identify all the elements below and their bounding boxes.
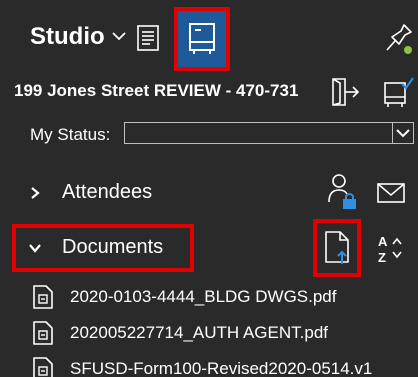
chevron-down-icon[interactable] bbox=[392, 123, 413, 143]
svg-text:Z: Z bbox=[378, 250, 386, 265]
chevron-down-icon[interactable] bbox=[28, 241, 42, 255]
file-row[interactable]: 202005227714_AUTH AGENT.pdf bbox=[0, 319, 418, 353]
upload-document-icon bbox=[324, 230, 350, 266]
session-tray-button[interactable] bbox=[174, 7, 230, 71]
pdf-file-icon bbox=[32, 284, 54, 310]
pdf-file-icon bbox=[32, 356, 54, 377]
svg-text:A: A bbox=[378, 234, 388, 249]
sync-icon[interactable] bbox=[382, 75, 416, 109]
mail-icon[interactable] bbox=[376, 180, 406, 206]
studio-title[interactable]: Studio bbox=[30, 23, 105, 51]
sort-az-icon[interactable]: A Z bbox=[376, 232, 410, 266]
session-tray-icon bbox=[188, 22, 216, 56]
file-name: 202005227714_AUTH AGENT.pdf bbox=[70, 323, 329, 342]
pdf-file-icon bbox=[32, 320, 54, 346]
chevron-down-icon[interactable] bbox=[110, 27, 128, 45]
upload-document-button[interactable] bbox=[313, 219, 361, 277]
pin-icon[interactable] bbox=[384, 22, 414, 56]
list-icon[interactable] bbox=[136, 24, 160, 52]
section-attendees[interactable]: Attendees bbox=[62, 181, 152, 204]
status-select[interactable] bbox=[124, 122, 414, 144]
file-row[interactable]: SFUSD-Form100-Revised2020-0514.v1 bbox=[0, 355, 418, 377]
chevron-right-icon[interactable] bbox=[28, 186, 42, 200]
studio-panel: Studio 199 Jones Street REVIEW - 470-731… bbox=[0, 0, 418, 377]
project-title: 199 Jones Street REVIEW - 470-731 bbox=[14, 81, 299, 100]
file-name: 2020-0103-4444_BLDG DWGS.pdf bbox=[70, 287, 337, 306]
file-name: SFUSD-Form100-Revised2020-0514.v1 bbox=[70, 359, 373, 377]
file-row[interactable]: 2020-0103-4444_BLDG DWGS.pdf bbox=[0, 283, 418, 317]
exit-icon[interactable] bbox=[328, 75, 362, 109]
section-documents[interactable]: Documents bbox=[62, 236, 163, 259]
user-lock-icon[interactable] bbox=[326, 172, 360, 212]
status-label: My Status: bbox=[30, 125, 111, 144]
